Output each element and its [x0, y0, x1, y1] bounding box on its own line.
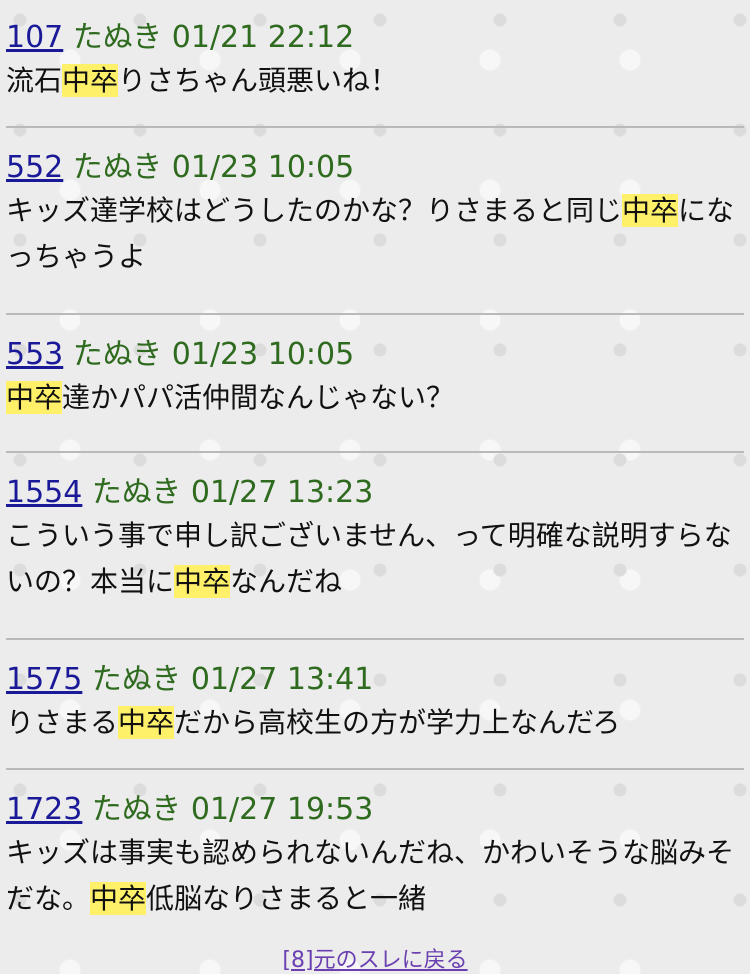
post-number-link[interactable]: 552: [6, 150, 63, 185]
back-to-thread-link[interactable]: [8]元のスレに戻る: [0, 948, 750, 974]
post-body: キッズ達学校はどうしたのかな？りさまると同じ中卒になっちゃうよ: [6, 188, 744, 280]
post-author: たぬき: [91, 792, 182, 827]
post-header: 553 たぬき 01/23 10:05: [6, 335, 744, 375]
post-number-link[interactable]: 1554: [6, 475, 82, 510]
post-number-link[interactable]: 1575: [6, 662, 82, 697]
post-divider: [6, 126, 744, 128]
post-timestamp: 01/23 10:05: [171, 337, 355, 372]
post-timestamp: 01/21 22:12: [171, 20, 355, 55]
highlighted-term: 中卒: [622, 194, 679, 227]
post-divider: [6, 768, 744, 770]
post-text-segment: なんだね: [230, 565, 343, 598]
post-text-segment: 達かパパ活仲間なんじゃない？: [62, 381, 455, 414]
post-author: たぬき: [72, 150, 163, 185]
post-divider: [6, 313, 744, 315]
post-text-segment: りさちゃん頭悪いね！: [118, 64, 399, 97]
post-timestamp: 01/27 13:23: [190, 475, 374, 510]
post-text-segment: りさまる: [6, 706, 119, 739]
highlighted-term: 中卒: [118, 706, 175, 739]
post-header: 1723 たぬき 01/27 19:53: [6, 790, 744, 830]
post-text-segment: こういう事で申し訳ございません、って明確な説明すらないの？本当に: [6, 519, 732, 598]
post: 1723 たぬき 01/27 19:53 キッズは事実も認められないんだね、かわい…: [0, 790, 750, 922]
highlighted-term: 中卒: [174, 565, 231, 598]
post-timestamp: 01/27 13:41: [190, 662, 374, 697]
post: 1575 たぬき 01/27 13:41 りさまる中卒だから高校生の方が学力上なん…: [0, 660, 750, 746]
highlighted-term: 中卒: [6, 381, 63, 414]
post-body: 中卒達かパパ活仲間なんじゃない？: [6, 375, 744, 421]
post: 552 たぬき 01/23 10:05 キッズ達学校はどうしたのかな？りさまると同…: [0, 148, 750, 280]
post-author: たぬき: [72, 20, 163, 55]
post-timestamp: 01/23 10:05: [171, 150, 355, 185]
post-number-link[interactable]: 107: [6, 20, 63, 55]
post-divider: [6, 451, 744, 453]
post: 107 たぬき 01/21 22:12 流石中卒りさちゃん頭悪いね！: [0, 18, 750, 104]
post-body: こういう事で申し訳ございません、って明確な説明すらないの？本当に中卒なんだね: [6, 513, 744, 605]
post-author: たぬき: [91, 475, 182, 510]
post-divider: [6, 638, 744, 640]
post-header: 1554 たぬき 01/27 13:23: [6, 473, 744, 513]
highlighted-term: 中卒: [62, 64, 119, 97]
post-header: 107 たぬき 01/21 22:12: [6, 18, 744, 58]
post-body: 流石中卒りさちゃん頭悪いね！: [6, 58, 744, 104]
post-text-segment: 流石: [6, 64, 63, 97]
post: 1554 たぬき 01/27 13:23 こういう事で申し訳ございません、って明確…: [0, 473, 750, 605]
post-body: りさまる中卒だから高校生の方が学力上なんだろ: [6, 700, 744, 746]
post-text-segment: 低脳なりさまると一緒: [146, 882, 427, 915]
post-author: たぬき: [72, 337, 163, 372]
post: 553 たぬき 01/23 10:05 中卒達かパパ活仲間なんじゃない？: [0, 335, 750, 421]
post-timestamp: 01/27 19:53: [190, 792, 374, 827]
post-author: たぬき: [91, 662, 182, 697]
post-body: キッズは事実も認められないんだね、かわいそうな脳みそだな。中卒低脳なりさまると一…: [6, 830, 744, 922]
post-text-segment: キッズ達学校はどうしたのかな？りさまると同じ: [6, 194, 623, 227]
highlighted-term: 中卒: [90, 882, 147, 915]
post-number-link[interactable]: 553: [6, 337, 63, 372]
post-header: 1575 たぬき 01/27 13:41: [6, 660, 744, 700]
post-text-segment: だから高校生の方が学力上なんだろ: [174, 706, 621, 739]
post-number-link[interactable]: 1723: [6, 792, 82, 827]
post-header: 552 たぬき 01/23 10:05: [6, 148, 744, 188]
